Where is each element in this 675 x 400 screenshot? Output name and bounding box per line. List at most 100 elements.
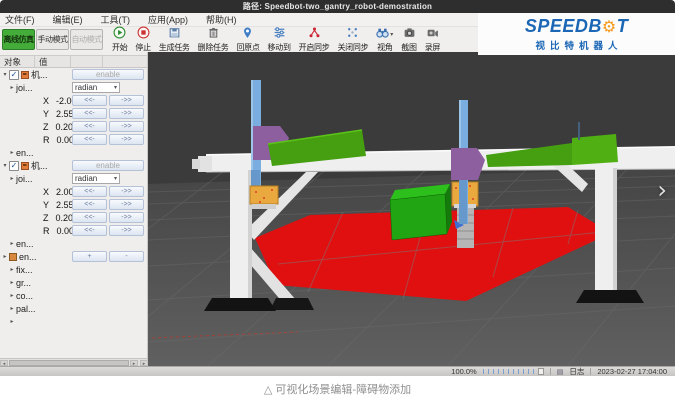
tree-label[interactable]: en... [16, 239, 34, 249]
expander-icon[interactable]: ▸ [8, 305, 16, 312]
axis-value[interactable]: 2.550 [56, 200, 72, 210]
tree-label[interactable]: 机... [31, 159, 48, 172]
action-screenshot[interactable]: 截图 [397, 28, 420, 53]
decrement-button[interactable]: <<- [72, 199, 107, 210]
add-button[interactable]: + [72, 251, 107, 262]
tree-row[interactable]: X2.000<<-->> [0, 185, 147, 198]
axis-value[interactable]: 0.000 [57, 135, 73, 145]
expander-icon[interactable]: ▸ [8, 149, 16, 156]
unit-dropdown[interactable]: radian▾ [72, 173, 120, 184]
menu-item-tools[interactable]: 工具(T) [92, 13, 140, 26]
speed-slider[interactable] [483, 369, 537, 374]
enable-button[interactable]: enable [72, 160, 144, 171]
checkbox[interactable]: ✓ [9, 70, 19, 80]
tree-row[interactable]: ▾✓机...enable [0, 68, 147, 81]
action-stop[interactable]: 停止 [131, 28, 154, 53]
decrement-button[interactable]: <<- [72, 134, 107, 145]
tree-row[interactable]: ▸en... [0, 146, 147, 159]
decrement-button[interactable]: <<- [72, 95, 107, 106]
tree-row[interactable]: ▸gr... [0, 276, 147, 289]
tree-label[interactable]: en... [19, 252, 37, 262]
tree-row[interactable]: ▸pal... [0, 302, 147, 315]
axis-value[interactable]: 2.000 [56, 187, 72, 197]
increment-button[interactable]: ->> [109, 186, 144, 197]
tree-row[interactable]: R0.000<<-->> [0, 224, 147, 237]
checkbox[interactable]: ✓ [9, 161, 19, 171]
axis-value[interactable]: 0.200 [56, 122, 73, 132]
mode-button-manual-mode[interactable]: 手动模式 [36, 29, 69, 50]
next-arrow[interactable]: › [657, 178, 667, 202]
tree-label[interactable]: joi... [16, 83, 33, 93]
action-record[interactable]: 录屏 [421, 28, 444, 53]
decrement-button[interactable]: <<- [72, 225, 107, 236]
axis-value[interactable]: -2.000 [56, 96, 72, 106]
expander-icon[interactable]: ▸ [8, 175, 16, 182]
expander-icon[interactable]: ▸ [8, 279, 16, 286]
menu-item-app[interactable]: 应用(App) [139, 13, 197, 26]
action-delete-task[interactable]: 删除任务 [194, 28, 233, 53]
decrement-button[interactable]: <<- [72, 212, 107, 223]
tree-row[interactable]: Y2.550<<-->> [0, 107, 147, 120]
tree-row[interactable]: ▸en... [0, 237, 147, 250]
slider-thumb[interactable] [538, 368, 544, 375]
action-sync-off[interactable]: 关闭同步 [333, 28, 372, 53]
menu-item-file[interactable]: 文件(F) [0, 13, 44, 26]
expander-icon[interactable]: ▸ [1, 253, 9, 260]
increment-button[interactable]: ->> [109, 134, 144, 145]
tree-label[interactable]: co... [16, 291, 33, 301]
action-view-angle[interactable]: ▾ 视角 [372, 28, 397, 53]
tree-label[interactable]: 机... [31, 68, 48, 81]
tree-row[interactable]: ▸ en... +- [0, 250, 147, 263]
tree-row[interactable]: R0.000<<-->> [0, 133, 147, 146]
viewport-3d[interactable]: › [148, 52, 675, 366]
action-return-origin[interactable]: 回原点 [232, 28, 263, 53]
action-move-to[interactable]: 移动到 [264, 28, 295, 53]
tree-label[interactable]: fix... [16, 265, 33, 275]
tree-row[interactable]: Y2.550<<-->> [0, 198, 147, 211]
action-start[interactable]: 开始 [108, 28, 131, 53]
mode-button-auto-mode[interactable]: 自动模式 [70, 29, 103, 50]
column-value[interactable]: 值 [35, 56, 71, 67]
remove-button[interactable]: - [109, 251, 144, 262]
tree-row[interactable]: Z0.200<<-->> [0, 120, 147, 133]
axis-value[interactable]: 2.550 [56, 109, 72, 119]
tree-label[interactable]: en... [16, 148, 34, 158]
decrement-button[interactable]: <<- [72, 121, 107, 132]
tree-row[interactable]: Z0.200<<-->> [0, 211, 147, 224]
expander-icon[interactable]: ▸ [8, 240, 16, 247]
tree-row[interactable]: ▾✓ 机... enable [0, 159, 147, 172]
tree-label[interactable]: joi... [16, 174, 33, 184]
action-generate-task[interactable]: 生成任务 [155, 28, 194, 53]
tree-row[interactable]: ▸fix... [0, 263, 147, 276]
menu-item-help[interactable]: 帮助(H) [197, 13, 246, 26]
expander-icon[interactable]: ▸ [8, 84, 16, 91]
tree-label[interactable]: pal... [16, 304, 36, 314]
increment-button[interactable]: ->> [109, 95, 144, 106]
axis-value[interactable]: 0.000 [57, 226, 73, 236]
increment-button[interactable]: ->> [109, 108, 144, 119]
horizontal-scrollbar[interactable]: ◂ ▸ ▸ [0, 358, 148, 366]
action-sync-on[interactable]: 开启同步 [295, 28, 334, 53]
tree-row[interactable]: X-2.000<<-->> [0, 94, 147, 107]
increment-button[interactable]: ->> [109, 225, 144, 236]
axis-value[interactable]: 0.200 [56, 213, 73, 223]
mode-button-offline-sim[interactable]: 离线仿真 [2, 29, 35, 50]
expander-icon[interactable]: ▾ [1, 162, 9, 169]
expander-icon[interactable]: ▸ [8, 318, 16, 325]
decrement-button[interactable]: <<- [72, 186, 107, 197]
tree-row[interactable]: ▸joi... radian▾ [0, 172, 147, 185]
enable-button[interactable]: enable [72, 69, 144, 80]
tree-row[interactable]: ▸co... [0, 289, 147, 302]
unit-dropdown[interactable]: radian▾ [72, 82, 120, 93]
tree-label[interactable]: gr... [16, 278, 31, 288]
expander-icon[interactable]: ▸ [8, 292, 16, 299]
decrement-button[interactable]: <<- [72, 108, 107, 119]
increment-button[interactable]: ->> [109, 212, 144, 223]
tree-row[interactable]: ▸joi... radian▾ [0, 81, 147, 94]
log-label[interactable]: 日志 [569, 366, 584, 376]
column-object[interactable]: 对象 [0, 56, 35, 67]
menu-item-edit[interactable]: 编辑(E) [44, 13, 92, 26]
tree-row[interactable]: ▸ [0, 315, 147, 328]
expander-icon[interactable]: ▸ [8, 266, 16, 273]
increment-button[interactable]: ->> [109, 199, 144, 210]
